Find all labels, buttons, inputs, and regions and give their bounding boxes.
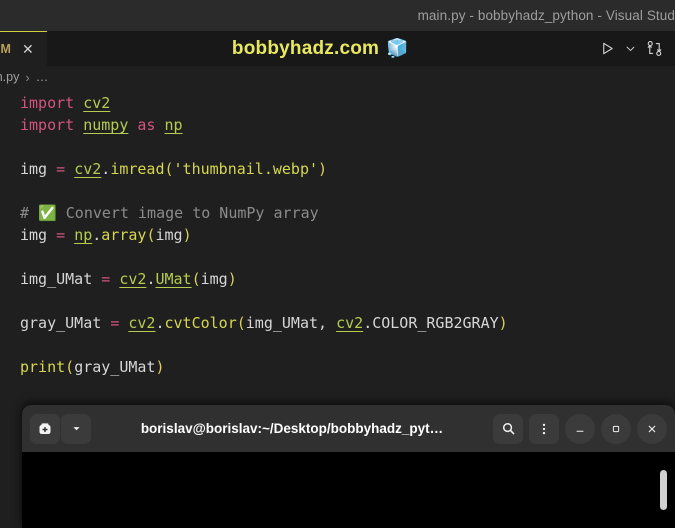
code-token: ) <box>318 160 328 178</box>
new-terminal-tab-icon[interactable] <box>30 413 60 444</box>
code-token: ( <box>236 314 246 332</box>
code-token: = <box>110 314 120 332</box>
code-token: img <box>20 160 57 178</box>
terminal-titlebar: borislav@borislav:~/Desktop/bobbyhadz_py… <box>22 405 675 452</box>
terminal-scrollbar[interactable] <box>660 470 667 510</box>
run-python-icon[interactable] <box>600 41 615 56</box>
code-line: img_UMat = cv2.UMat(img) <box>20 268 675 290</box>
maximize-button[interactable] <box>601 413 631 444</box>
ice-cube-icon: 🧊 <box>386 38 409 58</box>
code-token: np <box>164 116 183 134</box>
brand-text-wrap: bobbyhadz.com 🧊 <box>232 38 409 60</box>
code-line: img = cv2.imread('thumbnail.webp') <box>20 158 675 180</box>
code-token: numpy <box>83 116 129 134</box>
search-icon[interactable] <box>493 413 523 444</box>
kebab-menu-icon[interactable] <box>529 413 559 444</box>
code-token: cv2 <box>336 314 364 332</box>
code-token: cv2 <box>128 314 156 332</box>
editor-tab-main-py[interactable]: n.py M ✕ <box>0 31 47 66</box>
editor-actions <box>594 31 675 66</box>
code-token: . <box>155 314 165 332</box>
code-token: ) <box>182 226 192 244</box>
code-token: cv2 <box>119 270 147 288</box>
brand-banner: bobbyhadz.com 🧊 <box>46 31 594 66</box>
code-token: cv2 <box>83 94 111 112</box>
code-token: ✅ <box>38 204 57 222</box>
code-token: import <box>20 94 84 112</box>
editor-tab-modified-badge: M <box>0 42 11 56</box>
breadcrumb[interactable]: ain.py › … <box>0 66 675 88</box>
terminal-right-buttons <box>493 413 667 444</box>
code-line: import cv2 <box>20 92 675 114</box>
code-token: np <box>74 226 93 244</box>
code-line: import numpy as np <box>20 114 675 136</box>
window-title: main.py - bobbyhadz_python - Visual Stud <box>417 8 675 23</box>
breadcrumb-more[interactable]: … <box>36 70 49 84</box>
code-token: img <box>155 226 183 244</box>
code-token: as <box>137 116 156 134</box>
code-token: ) <box>155 358 165 376</box>
code-token: .COLOR_RGB2GRAY <box>363 314 499 332</box>
code-token: array <box>101 226 147 244</box>
code-token: Convert image to NumPy array <box>56 204 319 222</box>
code-line: # ✅ Convert image to NumPy array <box>20 202 675 224</box>
brand-text: bobbyhadz.com <box>231 37 380 59</box>
code-token: img <box>200 270 228 288</box>
terminal-dropdown-chevron-down-icon[interactable] <box>61 413 91 444</box>
code-token: gray_UMat <box>74 358 156 376</box>
code-token: print <box>20 358 66 376</box>
code-token: UMat <box>155 270 192 288</box>
terminal-window: borislav@borislav:~/Desktop/bobbyhadz_py… <box>22 405 675 528</box>
code-token: ) <box>227 270 237 288</box>
code-token: img <box>20 226 57 244</box>
code-token: img_UMat, <box>245 314 337 332</box>
code-token: 'thumbnail.webp' <box>173 160 319 178</box>
close-button[interactable] <box>637 413 667 444</box>
code-line: print(gray_UMat) <box>20 356 675 378</box>
code-token: ) <box>498 314 508 332</box>
code-line: img = np.array(img) <box>20 224 675 246</box>
close-icon[interactable]: ✕ <box>18 40 38 58</box>
chevron-down-icon[interactable] <box>625 43 636 54</box>
code-token: ( <box>164 160 174 178</box>
code-line: gray_UMat = cv2.cvtColor(img_UMat, cv2.C… <box>20 312 675 334</box>
minimize-button[interactable] <box>565 413 595 444</box>
code-token: # <box>20 204 39 222</box>
code-token: ( <box>191 270 201 288</box>
terminal-left-buttons <box>30 413 91 444</box>
code-token: ( <box>65 358 75 376</box>
code-token: imread <box>110 160 165 178</box>
terminal-output[interactable]: (venv2) ➔ bobbyhadz_python git:(main) ✗ … <box>22 452 675 528</box>
code-token: gray_UMat <box>20 314 111 332</box>
code-token: . <box>92 226 102 244</box>
breadcrumb-file[interactable]: ain.py <box>0 70 19 84</box>
code-token: = <box>56 226 66 244</box>
code-token: cvtColor <box>164 314 237 332</box>
window-titlebar: main.py - bobbyhadz_python - Visual Stud <box>0 0 675 31</box>
split-editor-icon[interactable] <box>646 40 663 57</box>
code-token: import <box>20 116 84 134</box>
code-token: cv2 <box>74 160 102 178</box>
editor-tab-bar: n.py M ✕ bobbyhadz.com 🧊 <box>0 31 675 66</box>
breadcrumb-separator-icon: › <box>25 69 30 85</box>
code-editor[interactable]: import cv2 import numpy as np img = cv2.i… <box>0 88 675 378</box>
code-token: . <box>101 160 111 178</box>
code-token: = <box>101 270 111 288</box>
terminal-title: borislav@borislav:~/Desktop/bobbyhadz_py… <box>140 421 444 436</box>
code-token: = <box>56 160 66 178</box>
code-token: img_UMat <box>20 270 102 288</box>
